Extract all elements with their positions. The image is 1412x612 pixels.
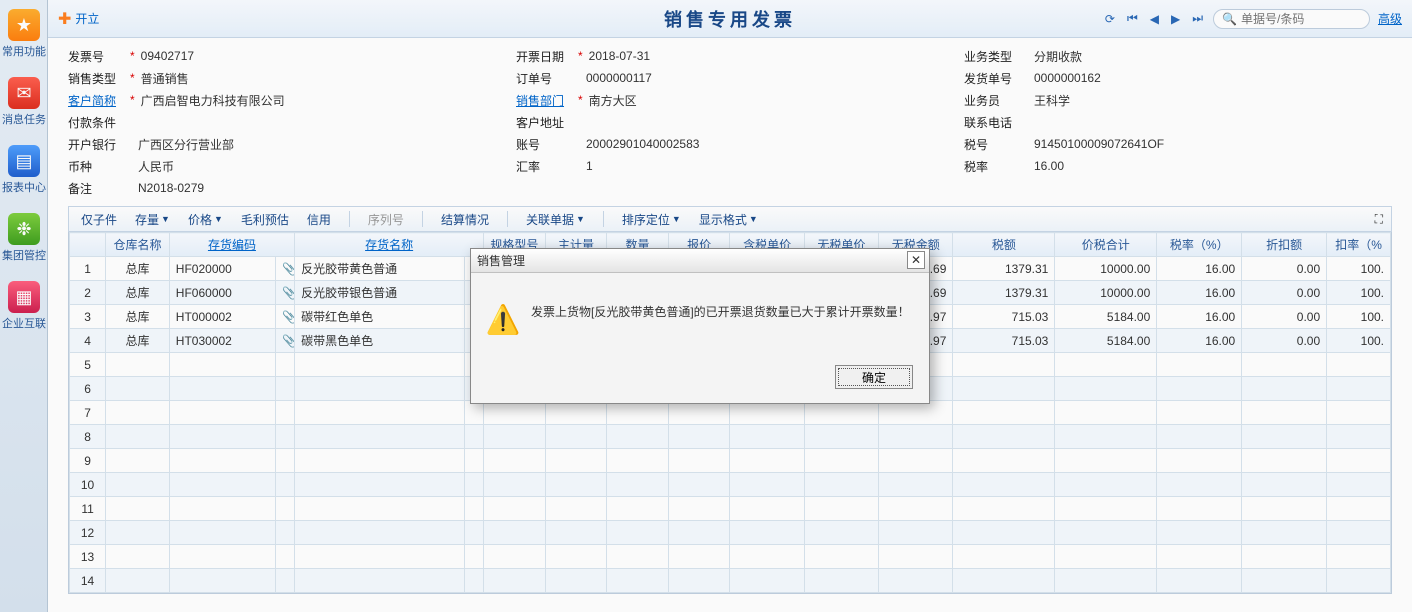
dialog-title: 销售管理 <box>471 249 929 273</box>
close-icon[interactable]: ✕ <box>907 251 925 269</box>
dialog: 销售管理 ✕ ⚠️ 发票上货物[反光胶带黄色普通]的已开票退货数量已大于累计开票… <box>470 248 930 404</box>
warning-icon: ⚠️ <box>487 303 519 335</box>
dialog-message: 发票上货物[反光胶带黄色普通]的已开票退货数量已大于累计开票数量！ <box>531 303 910 335</box>
ok-button[interactable]: 确定 <box>835 365 913 389</box>
dialog-overlay: 销售管理 ✕ ⚠️ 发票上货物[反光胶带黄色普通]的已开票退货数量已大于累计开票… <box>0 0 1412 612</box>
